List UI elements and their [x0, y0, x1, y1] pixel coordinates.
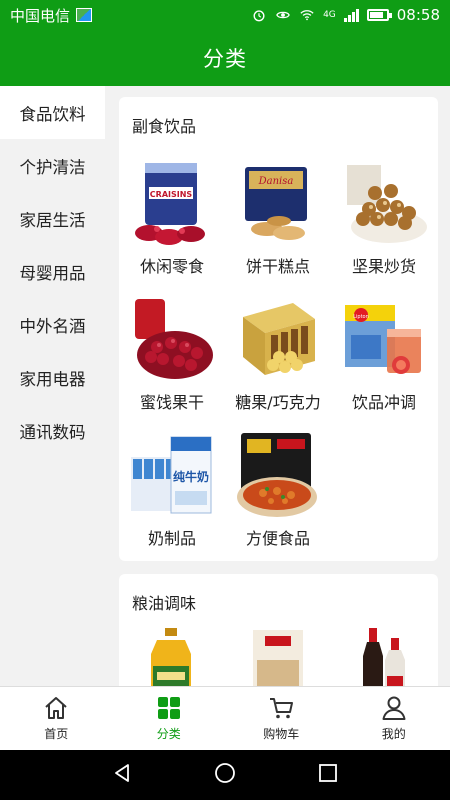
subcategory-snacks[interactable]: CRAISINS 休闲零食 — [119, 159, 225, 277]
subcategory-label: 奶制品 — [147, 529, 196, 548]
subcategory-label: 饼干糕点 — [245, 257, 310, 276]
category-sidebar: 食品饮料 个护清洁 家居生活 母婴用品 中外名酒 家用电器 通讯数码 — [0, 86, 105, 686]
sidebar-item-label: 个护清洁 — [19, 157, 86, 177]
category-content: 副食饮品 CRAISINS 休闲零食 Danisa 饼干糕点 坚果炒货 蜜饯果干… — [105, 86, 450, 686]
page-title: 分类 — [203, 47, 247, 71]
clock: 08:58 — [396, 6, 440, 24]
svg-text:CRAISINS: CRAISINS — [150, 190, 193, 199]
cart-icon — [270, 698, 294, 719]
wifi-icon — [300, 10, 314, 21]
milk-cartons-image: 纯牛奶 — [127, 431, 217, 521]
sidebar-item-food-drinks[interactable]: 食品饮料 — [0, 86, 105, 139]
subcategory-dairy[interactable]: 纯牛奶 奶制品 — [119, 431, 225, 549]
sidebar-item-personal-care[interactable]: 个护清洁 — [0, 139, 105, 192]
recents-square-icon — [319, 764, 338, 782]
rice-bag-image — [233, 626, 323, 686]
subcategory-item[interactable] — [119, 626, 225, 686]
home-icon — [45, 697, 67, 719]
subcategory-item[interactable] — [331, 626, 437, 686]
sidebar-item-label: 母婴用品 — [19, 263, 86, 283]
soy-sauce-bottles-image — [339, 626, 429, 686]
tab-mine[interactable]: 我的 — [338, 687, 450, 750]
carrier-name: 中国电信 — [10, 6, 71, 25]
dried-cranberries-image — [127, 295, 217, 385]
subcategory-candy-chocolate[interactable]: 糖果/巧克力 — [225, 295, 331, 413]
app-header: 分类 — [0, 30, 450, 86]
tab-category[interactable]: 分类 — [113, 687, 226, 750]
tab-label: 首页 — [44, 727, 69, 741]
home-circle-icon — [215, 763, 235, 783]
subcategory-nuts[interactable]: 坚果炒货 — [331, 159, 437, 277]
subcategory-label: 方便食品 — [245, 529, 310, 548]
user-icon — [382, 696, 406, 720]
sidebar-item-label: 通讯数码 — [19, 422, 86, 442]
battery-icon — [366, 9, 392, 21]
subcategory-label: 饮品冲调 — [351, 393, 416, 412]
bottom-tab-bar: 首页 分类 购物车 我的 — [0, 686, 450, 750]
sidebar-item-appliances[interactable]: 家用电器 — [0, 351, 105, 404]
sidebar-item-home-living[interactable]: 家居生活 — [0, 192, 105, 245]
status-bar: 中国电信 4G 08:58 — [0, 0, 450, 30]
section-title: 副食饮品 — [132, 117, 197, 136]
category-grid-icon — [157, 697, 180, 719]
subcategory-dried-fruit[interactable]: 蜜饯果干 — [119, 295, 225, 413]
section-card: 粮油调味 — [119, 574, 438, 686]
sidebar-item-label: 中外名酒 — [19, 316, 86, 336]
tab-label: 我的 — [381, 727, 406, 741]
cooking-oil-bottle-image — [127, 626, 217, 686]
home-button[interactable] — [214, 762, 236, 788]
recents-button[interactable] — [317, 762, 339, 788]
subcategory-label: 糖果/巧克力 — [235, 393, 321, 412]
system-navigation-bar — [0, 750, 450, 800]
section-card: 副食饮品 CRAISINS 休闲零食 Danisa 饼干糕点 坚果炒货 蜜饯果干… — [119, 97, 438, 561]
sidebar-item-label: 家用电器 — [19, 369, 86, 389]
svg-text:Danisa: Danisa — [258, 176, 294, 187]
sidebar-item-label: 食品饮料 — [19, 104, 86, 124]
subcategory-item[interactable] — [225, 626, 331, 686]
cranberry-snack-bag-image: CRAISINS — [127, 159, 217, 249]
macadamia-nuts-bowl-image — [339, 159, 429, 249]
subcategory-grid — [119, 626, 438, 686]
subcategory-label: 休闲零食 — [139, 257, 204, 276]
sidebar-item-mother-baby[interactable]: 母婴用品 — [0, 245, 105, 298]
lipton-tea-image: Lipton — [339, 295, 429, 385]
tab-label: 分类 — [156, 727, 181, 741]
sidebar-item-digital[interactable]: 通讯数码 — [0, 404, 105, 457]
danisa-cookie-tin-image: Danisa — [233, 159, 323, 249]
subcategory-grid: CRAISINS 休闲零食 Danisa 饼干糕点 坚果炒货 蜜饯果干 糖果/巧… — [119, 159, 438, 549]
section-title: 粮油调味 — [132, 594, 197, 613]
back-button[interactable] — [111, 762, 133, 788]
carrier-flag-icon — [76, 8, 93, 22]
eye-icon — [276, 11, 290, 19]
subcategory-label: 蜜饯果干 — [139, 393, 204, 412]
svg-text:Lipton: Lipton — [353, 314, 369, 320]
subcategory-beverages[interactable]: Lipton 饮品冲调 — [331, 295, 437, 413]
back-triangle-icon — [114, 764, 129, 782]
subcategory-instant-food[interactable]: 方便食品 — [225, 431, 331, 549]
instant-noodles-image — [233, 431, 323, 521]
network-type: 4G — [323, 10, 336, 20]
sidebar-item-liquor[interactable]: 中外名酒 — [0, 298, 105, 351]
tab-home[interactable]: 首页 — [0, 687, 113, 750]
svg-text:纯牛奶: 纯牛奶 — [173, 469, 209, 484]
sidebar-item-label: 家居生活 — [19, 210, 86, 230]
subcategory-label: 坚果炒货 — [351, 257, 416, 276]
subcategory-biscuits[interactable]: Danisa 饼干糕点 — [225, 159, 331, 277]
tab-cart[interactable]: 购物车 — [225, 687, 338, 750]
alarm-icon — [253, 10, 265, 22]
signal-icon — [343, 8, 359, 22]
chocolate-box-image — [233, 295, 323, 385]
tab-label: 购物车 — [263, 727, 300, 741]
